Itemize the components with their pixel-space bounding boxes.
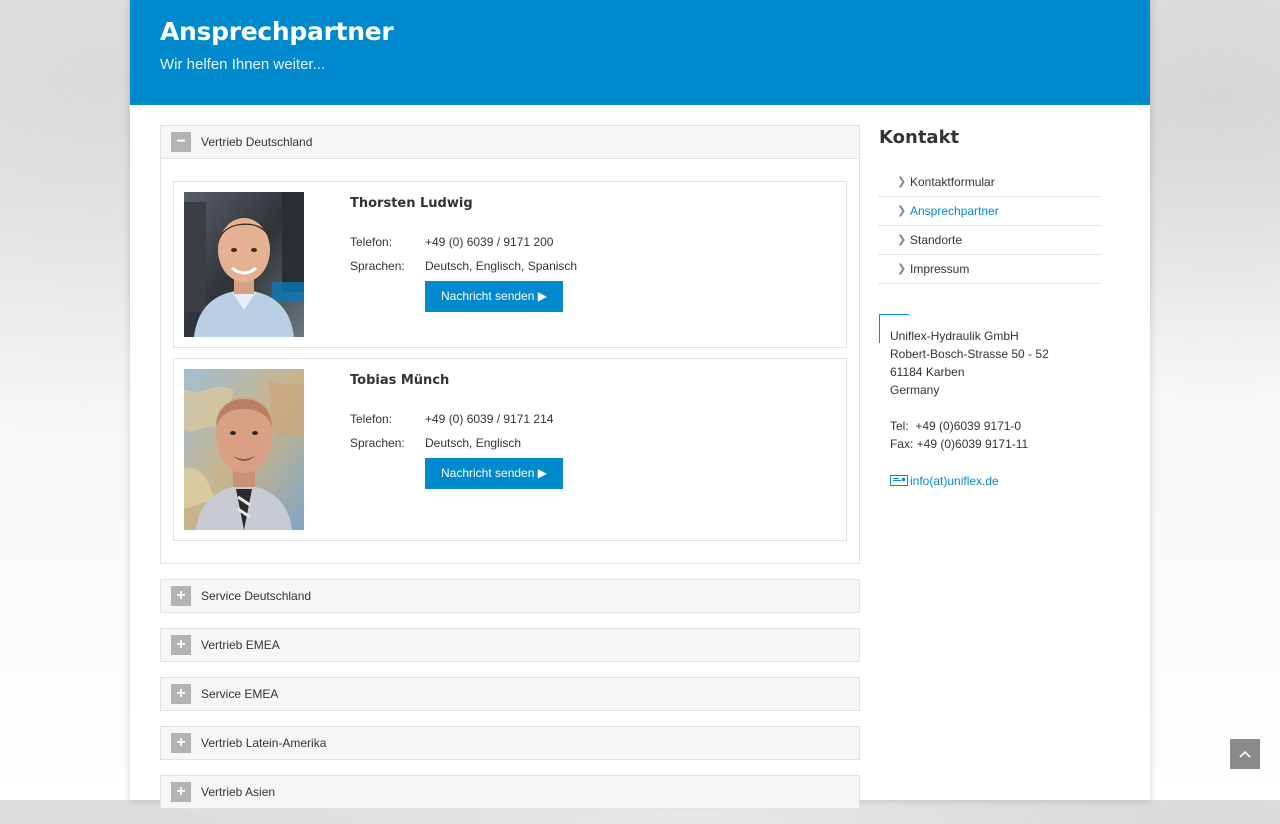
accordion-section-vertrieb-emea: + Vertrieb EMEA bbox=[160, 628, 860, 662]
accordion-section-service-emea: + Service EMEA bbox=[160, 677, 860, 711]
nav-item-label[interactable]: Standorte bbox=[910, 226, 962, 254]
person-photo-icon bbox=[184, 369, 304, 530]
decorative-corner bbox=[879, 314, 880, 343]
languages-value: Deutsch, Englisch, Spanisch bbox=[425, 259, 578, 273]
contact-card: Tobias Münch Telefon: +49 (0) 6039 / 9171… bbox=[173, 358, 847, 541]
page-title: Ansprechpartner bbox=[160, 17, 394, 46]
send-message-button[interactable]: Nachricht senden ▶ bbox=[425, 458, 563, 489]
sidebar: Kontakt ❯ Kontaktformular ❯ Ansprechpart… bbox=[879, 125, 1101, 491]
languages-row: Sprachen: Deutsch, Englisch, Spanisch bbox=[350, 254, 577, 278]
accordion-title: Vertrieb Deutschland bbox=[201, 135, 313, 149]
contact-name: Tobias Münch bbox=[350, 373, 450, 388]
page-subtitle: Wir helfen Ihnen weiter... bbox=[160, 56, 326, 73]
nav-item-impressum[interactable]: ❯ Impressum bbox=[879, 255, 1101, 284]
accordion-header[interactable]: + Service Deutschland bbox=[161, 580, 859, 612]
send-message-button[interactable]: Nachricht senden ▶ bbox=[425, 281, 563, 312]
accordion-header[interactable]: + Vertrieb Asien bbox=[161, 776, 859, 808]
accordion-title: Service Deutschland bbox=[201, 589, 312, 603]
languages-label: Sprachen: bbox=[350, 259, 405, 273]
contact-info: Thorsten Ludwig Telefon: +49 (0) 6039 / 9… bbox=[350, 196, 577, 312]
languages-row: Sprachen: Deutsch, Englisch bbox=[350, 431, 563, 455]
accordion-title: Vertrieb Asien bbox=[201, 785, 276, 799]
nav-item-standorte[interactable]: ❯ Standorte bbox=[879, 226, 1101, 255]
phone-row: Telefon: +49 (0) 6039 / 9171 214 bbox=[350, 407, 563, 431]
company-street: Robert-Bosch-Strasse 50 - 52 bbox=[890, 347, 1049, 361]
accordion-header[interactable]: + Vertrieb Latein-Amerika bbox=[161, 727, 859, 759]
collapse-icon[interactable]: − bbox=[171, 132, 191, 152]
company-name: Uniflex-Hydraulik GmbH bbox=[890, 329, 1019, 343]
contact-photo bbox=[184, 192, 304, 337]
accordion-section-vertrieb-latein-amerika: + Vertrieb Latein-Amerika bbox=[160, 726, 860, 760]
accordion-section-vertrieb-asien: + Vertrieb Asien bbox=[160, 775, 860, 809]
mail-icon bbox=[890, 473, 908, 491]
accordion-title: Vertrieb EMEA bbox=[201, 638, 280, 652]
nav-item-label[interactable]: Ansprechpartner bbox=[910, 197, 999, 225]
expand-icon[interactable]: + bbox=[171, 684, 191, 704]
scroll-to-top-button[interactable] bbox=[1230, 739, 1260, 769]
accordion-section-vertrieb-deutschland: − Vertrieb Deutschland Thorsten Ludwig T… bbox=[160, 125, 860, 564]
page-header: Ansprechpartner Wir helfen Ihnen weiter.… bbox=[130, 0, 1150, 105]
chevron-right-icon: ❯ bbox=[897, 263, 907, 275]
nav-item-label[interactable]: Impressum bbox=[910, 255, 969, 283]
chevron-right-icon: ❯ bbox=[897, 205, 907, 217]
contact-name: Thorsten Ludwig bbox=[350, 196, 473, 211]
decorative-corner bbox=[879, 314, 909, 315]
accordion-section-service-deutschland: + Service Deutschland bbox=[160, 579, 860, 613]
sidebar-nav: ❯ Kontaktformular ❯ Ansprechpartner ❯ St… bbox=[879, 168, 1101, 284]
phone-row: Telefon: +49 (0) 6039 / 9171 200 bbox=[350, 230, 577, 254]
accordion-header[interactable]: + Service EMEA bbox=[161, 678, 859, 710]
company-fax: Fax: +49 (0)6039 9171-11 bbox=[890, 437, 1029, 451]
phone-value: +49 (0) 6039 / 9171 200 bbox=[425, 235, 554, 249]
company-city: 61184 Karben bbox=[890, 365, 965, 379]
accordion-title: Service EMEA bbox=[201, 687, 279, 701]
arrow-up-icon bbox=[1239, 750, 1251, 758]
nav-item-kontaktformular[interactable]: ❯ Kontaktformular bbox=[879, 168, 1101, 197]
email-address[interactable]: info(at)uniflex.de bbox=[910, 474, 999, 488]
sidebar-title: Kontakt bbox=[879, 127, 960, 148]
languages-label: Sprachen: bbox=[350, 436, 405, 450]
nav-item-label[interactable]: Kontaktformular bbox=[910, 168, 995, 196]
languages-value: Deutsch, Englisch bbox=[425, 436, 522, 450]
expand-icon[interactable]: + bbox=[171, 733, 191, 753]
contact-photo bbox=[184, 369, 304, 530]
accordion-header[interactable]: + Vertrieb EMEA bbox=[161, 629, 859, 661]
person-photo-icon bbox=[184, 192, 304, 337]
phone-label: Telefon: bbox=[350, 235, 393, 249]
accordion-header[interactable]: − Vertrieb Deutschland bbox=[161, 126, 859, 159]
company-phone: Tel: +49 (0)6039 9171-0 bbox=[890, 419, 1022, 433]
accordion-body: Thorsten Ludwig Telefon: +49 (0) 6039 / 9… bbox=[161, 159, 859, 563]
chevron-right-icon: ❯ bbox=[897, 176, 907, 188]
contacts-accordion: − Vertrieb Deutschland Thorsten Ludwig T… bbox=[160, 125, 860, 824]
phone-value: +49 (0) 6039 / 9171 214 bbox=[425, 412, 554, 426]
contact-info: Tobias Münch Telefon: +49 (0) 6039 / 9171… bbox=[350, 373, 563, 489]
expand-icon[interactable]: + bbox=[171, 586, 191, 606]
chevron-right-icon: ❯ bbox=[897, 234, 907, 246]
contact-card: Thorsten Ludwig Telefon: +49 (0) 6039 / 9… bbox=[173, 181, 847, 348]
phone-label: Telefon: bbox=[350, 412, 393, 426]
accordion-title: Vertrieb Latein-Amerika bbox=[201, 736, 327, 750]
email-link[interactable]: info(at)uniflex.de bbox=[890, 472, 999, 491]
expand-icon[interactable]: + bbox=[171, 782, 191, 802]
company-address: Uniflex-Hydraulik GmbH Robert-Bosch-Stra… bbox=[879, 314, 1101, 491]
expand-icon[interactable]: + bbox=[171, 635, 191, 655]
company-country: Germany bbox=[890, 383, 940, 397]
page: Ansprechpartner Wir helfen Ihnen weiter.… bbox=[130, 0, 1150, 809]
nav-item-ansprechpartner[interactable]: ❯ Ansprechpartner bbox=[879, 197, 1101, 226]
